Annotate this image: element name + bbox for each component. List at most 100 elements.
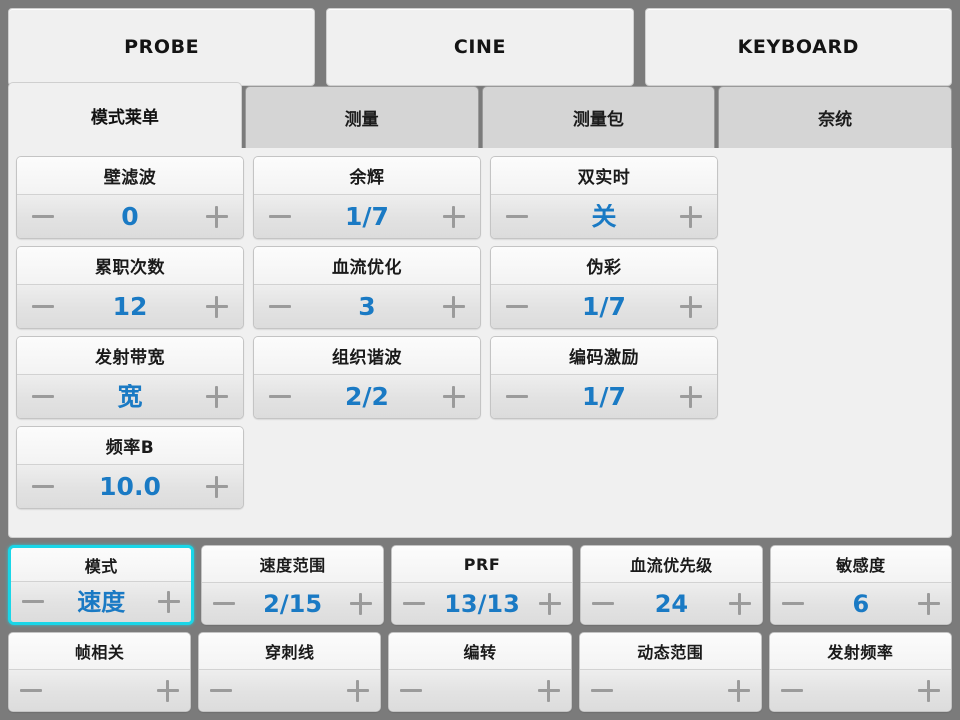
parameter-tile-label: 频率B [17, 427, 243, 465]
plus-icon[interactable] [678, 294, 704, 320]
minus-icon[interactable] [30, 204, 56, 230]
parameter-tile-control-row: 1/7 [254, 195, 480, 238]
minus-icon[interactable] [589, 678, 615, 704]
parameter-tile-label: 帧相关 [9, 633, 191, 670]
parameter-tile-发射带宽[interactable]: 发射带宽宽 [16, 336, 244, 419]
parameter-tile-label: PRF [391, 546, 573, 583]
parameter-tile-伪彩[interactable]: 伪彩 1/7 [490, 246, 718, 329]
parameter-tile-label: 壁滤波 [17, 157, 243, 195]
plus-icon[interactable] [204, 474, 230, 500]
parameter-tile-value: 关 [591, 204, 617, 229]
parameter-tile-壁滤波[interactable]: 壁滤波 0 [16, 156, 244, 239]
bottom-parameter-row: 帧相关 穿刺线 编转 动态范围 发射频率 [8, 632, 953, 712]
tab-mode-menu[interactable]: 模式莱单 [8, 82, 242, 148]
parameter-tile-组织谐波[interactable]: 组织谐波 2/2 [253, 336, 481, 419]
minus-icon[interactable] [18, 678, 44, 704]
minus-icon[interactable] [20, 589, 46, 615]
plus-icon[interactable] [204, 384, 230, 410]
plus-icon[interactable] [678, 204, 704, 230]
parameter-tile-prf[interactable]: PRF 13/13 [390, 545, 574, 625]
parameter-tile-敏感度[interactable]: 敏感度 6 [769, 545, 953, 625]
plus-icon[interactable] [536, 678, 562, 704]
minus-icon[interactable] [590, 591, 616, 617]
tab-measure[interactable]: 测量 [244, 86, 479, 148]
keyboard-button-label: KEYBOARD [737, 36, 860, 58]
minus-icon[interactable] [780, 591, 806, 617]
parameter-tile-编转[interactable]: 编转 [388, 632, 572, 712]
parameter-tile-label: 编码激励 [491, 337, 717, 375]
minus-icon[interactable] [504, 384, 530, 410]
parameter-tile-动态范围[interactable]: 动态范围 [578, 632, 762, 712]
parameter-tile-label: 穿刺线 [199, 633, 381, 670]
parameter-tile-label: 编转 [389, 633, 571, 670]
plus-icon[interactable] [155, 678, 181, 704]
parameter-tile-value: 速度 [77, 590, 126, 614]
plus-icon[interactable] [204, 294, 230, 320]
plus-icon[interactable] [727, 591, 753, 617]
minus-icon[interactable] [267, 384, 293, 410]
minus-icon[interactable] [401, 591, 427, 617]
plus-icon[interactable] [678, 384, 704, 410]
parameter-tile-余辉[interactable]: 余辉 1/7 [253, 156, 481, 239]
parameter-tile-label: 组织谐波 [254, 337, 480, 375]
parameter-tile-value: 24 [654, 591, 689, 616]
mode-menu-panel: 壁滤波 0 余辉 1/7 双实时关累职次数 12 血流优化 3 伪彩 1/7 发射带宽宽组织谐波 2/… [8, 148, 952, 538]
plus-icon[interactable] [348, 591, 374, 617]
parameter-tile-穿刺线[interactable]: 穿刺线 [198, 632, 382, 712]
minus-icon[interactable] [779, 678, 805, 704]
parameter-tile-血流优先级[interactable]: 血流优先级 24 [580, 545, 763, 625]
parameter-tile-速度范围[interactable]: 速度范围 2/15 [201, 545, 384, 625]
plus-icon[interactable] [726, 678, 752, 704]
tab-system[interactable]: 奈统 [718, 86, 952, 148]
minus-icon[interactable] [211, 591, 237, 617]
parameter-tile-control-row [199, 670, 381, 711]
parameter-tile-value: 2/2 [345, 384, 389, 409]
plus-icon[interactable] [441, 294, 467, 320]
parameter-tile-label: 余辉 [254, 157, 480, 195]
parameter-tile-双实时[interactable]: 双实时关 [490, 156, 718, 239]
parameter-tile-value: 1/7 [345, 204, 389, 229]
parameter-tile-control-row: 6 [770, 583, 952, 624]
plus-icon[interactable] [441, 384, 467, 410]
cine-button[interactable]: CINE [326, 8, 634, 86]
parameter-tile-编码激励[interactable]: 编码激励 1/7 [490, 336, 718, 419]
minus-icon[interactable] [504, 294, 530, 320]
plus-icon[interactable] [916, 678, 942, 704]
parameter-tile-control-row: 10.0 [17, 465, 243, 508]
parameter-tile-频率b[interactable]: 频率B 10.0 [16, 426, 244, 509]
minus-icon[interactable] [504, 204, 530, 230]
keyboard-button[interactable]: KEYBOARD [644, 8, 952, 86]
probe-button[interactable]: PROBE [8, 8, 316, 86]
bottom-parameter-row: 模式 速度 速度范围 2/15 PRF 13/13 血流优先级 24 敏感度 6 [8, 545, 953, 625]
tab-measure-package[interactable]: 测量包 [481, 86, 716, 148]
minus-icon[interactable] [398, 678, 424, 704]
parameter-tile-value: 6 [852, 591, 870, 616]
minus-icon[interactable] [30, 474, 56, 500]
plus-icon[interactable] [345, 678, 371, 704]
minus-icon[interactable] [30, 294, 56, 320]
parameter-tile-帧相关[interactable]: 帧相关 [8, 632, 192, 712]
parameter-tile-value: 3 [358, 294, 376, 319]
parameter-tile-value: 宽 [117, 384, 143, 409]
plus-icon[interactable] [537, 591, 563, 617]
parameter-tile-发射频率[interactable]: 发射频率 [768, 632, 953, 712]
plus-icon[interactable] [156, 589, 182, 615]
bottom-parameter-bar: 模式 速度 速度范围 2/15 PRF 13/13 血流优先级 24 敏感度 6 帧相关 穿刺线 编转… [0, 538, 960, 720]
minus-icon[interactable] [30, 384, 56, 410]
tab-system-label: 奈统 [818, 110, 853, 130]
parameter-tile-value: 2/15 [263, 591, 323, 616]
parameter-tile-模式[interactable]: 模式 速度 [8, 545, 195, 625]
minus-icon[interactable] [208, 678, 234, 704]
minus-icon[interactable] [267, 294, 293, 320]
minus-icon[interactable] [267, 204, 293, 230]
parameter-tile-label: 累职次数 [17, 247, 243, 285]
parameter-tile-control-row: 13/13 [391, 583, 573, 624]
parameter-tile-label: 血流优先级 [581, 546, 762, 583]
plus-icon[interactable] [441, 204, 467, 230]
parameter-tile-血流优化[interactable]: 血流优化 3 [253, 246, 481, 329]
parameter-tile-累职次数[interactable]: 累职次数 12 [16, 246, 244, 329]
parameter-tile-label: 速度范围 [202, 546, 383, 583]
parameter-tile-control-row: 2/2 [254, 375, 480, 418]
plus-icon[interactable] [916, 591, 942, 617]
plus-icon[interactable] [204, 204, 230, 230]
